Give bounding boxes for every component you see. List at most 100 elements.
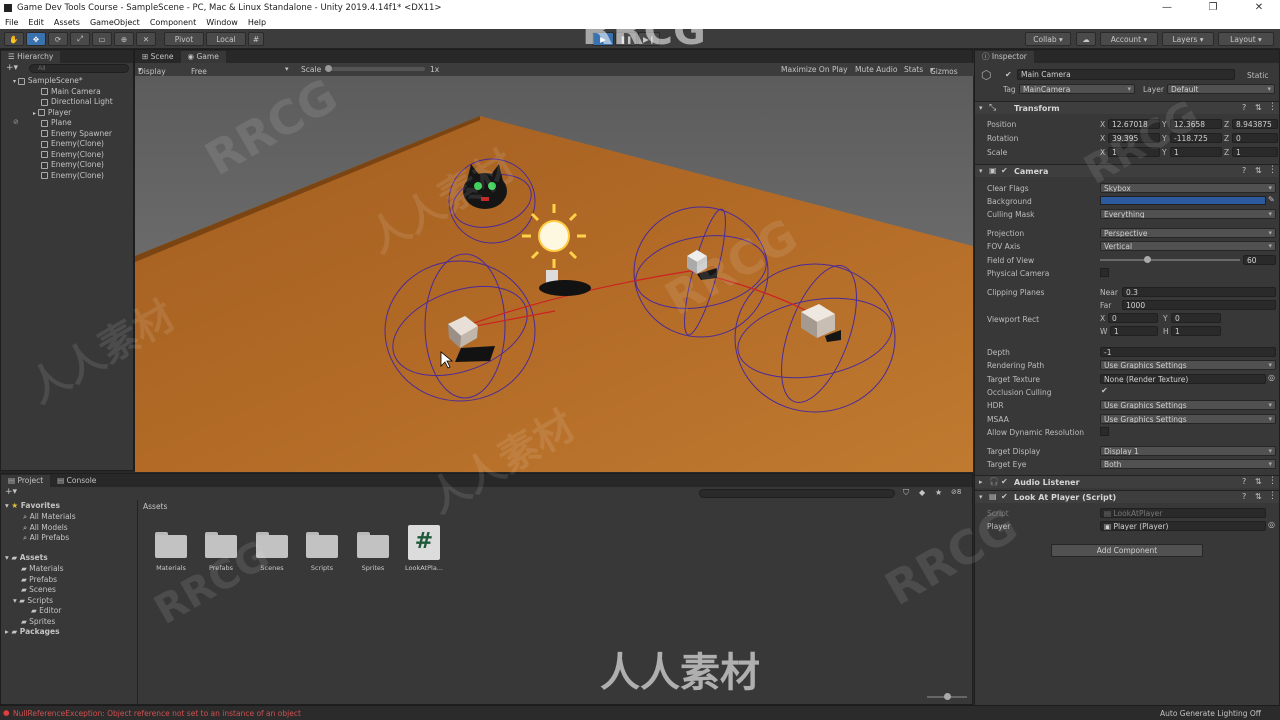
- clear-flags-dropdown[interactable]: Skybox: [1100, 183, 1276, 193]
- tree-folder[interactable]: ▰ Scenes: [21, 585, 56, 594]
- menu-assets[interactable]: Assets: [49, 18, 85, 27]
- favorite-star-icon[interactable]: ★: [935, 488, 942, 497]
- scale-tool-icon[interactable]: ⤢: [70, 32, 90, 46]
- rect-tool-icon[interactable]: ▭: [92, 32, 112, 46]
- position-z-field[interactable]: 8.943875: [1232, 119, 1278, 129]
- object-name-field[interactable]: Main Camera: [1017, 69, 1235, 80]
- help-icon[interactable]: ?: [1242, 103, 1246, 112]
- hierarchy-item-directional-light[interactable]: Directional Light: [41, 97, 113, 108]
- physical-camera-checkbox[interactable]: [1100, 268, 1109, 277]
- eyedropper-icon[interactable]: ✎: [1268, 195, 1275, 204]
- scale-slider[interactable]: [325, 67, 425, 71]
- scene-root[interactable]: ▾ SampleScene*: [13, 76, 83, 87]
- position-y-field[interactable]: 12.3658: [1170, 119, 1222, 129]
- target-texture-field[interactable]: None (Render Texture): [1100, 374, 1266, 384]
- custom-tool-icon[interactable]: ✕: [136, 32, 156, 46]
- tab-inspector[interactable]: ⓘ Inspector: [975, 51, 1034, 63]
- stats-toggle[interactable]: Stats: [904, 65, 923, 74]
- audio-listener-checkbox[interactable]: ✔: [1001, 477, 1008, 486]
- tree-folder[interactable]: ▾ ▰ Scripts: [13, 596, 53, 605]
- context-menu-icon[interactable]: ⋮: [1268, 476, 1277, 486]
- far-field[interactable]: 1000: [1122, 300, 1276, 310]
- pivot-toggle[interactable]: Pivot: [164, 32, 204, 46]
- object-picker-icon[interactable]: ◎: [1268, 373, 1275, 382]
- favorites-header[interactable]: ▾ ★ Favorites: [5, 501, 60, 510]
- hierarchy-item-main-camera[interactable]: Main Camera: [41, 87, 101, 98]
- rotation-z-field[interactable]: 0: [1232, 133, 1278, 143]
- packages-root[interactable]: ▸ ▰ Packages: [5, 627, 60, 636]
- presets-icon[interactable]: ⇅: [1255, 477, 1262, 486]
- hidden-packages-icon[interactable]: ⊘8: [951, 488, 961, 496]
- project-search-input[interactable]: [699, 489, 895, 498]
- menu-file[interactable]: File: [0, 18, 23, 27]
- help-icon[interactable]: ?: [1242, 166, 1246, 175]
- hierarchy-search-input[interactable]: [29, 64, 129, 73]
- rotation-x-field[interactable]: 39.395: [1108, 133, 1160, 143]
- menu-window[interactable]: Window: [201, 18, 243, 27]
- scale-z-field[interactable]: 1: [1232, 147, 1278, 157]
- position-x-field[interactable]: 12.67018: [1108, 119, 1160, 129]
- context-menu-icon[interactable]: ⋮: [1268, 491, 1277, 501]
- camera-header[interactable]: ▾ ▣ ✔ Camera ? ⇅ ⋮: [975, 164, 1279, 177]
- icon-size-slider-handle[interactable]: [944, 693, 951, 700]
- menu-edit[interactable]: Edit: [23, 18, 49, 27]
- mute-audio-toggle[interactable]: Mute Audio: [855, 65, 897, 74]
- folder-icon[interactable]: [155, 532, 187, 558]
- rotate-tool-icon[interactable]: ⟳: [48, 32, 68, 46]
- cloud-icon[interactable]: ☁: [1076, 32, 1096, 46]
- fov-slider[interactable]: [1100, 259, 1240, 261]
- game-viewport[interactable]: [135, 76, 973, 472]
- hierarchy-item-enemy-clone[interactable]: Enemy(Clone): [41, 139, 104, 150]
- transform-tool-icon[interactable]: ⊕: [114, 32, 134, 46]
- active-checkbox[interactable]: ✔: [1005, 70, 1012, 79]
- near-field[interactable]: 0.3: [1122, 287, 1276, 297]
- tree-folder[interactable]: ▰ Materials: [21, 564, 64, 573]
- folder-icon[interactable]: [205, 532, 237, 558]
- transform-header[interactable]: ▾ ⤡ Transform ? ⇅ ⋮: [975, 101, 1279, 114]
- background-color-swatch[interactable]: [1100, 196, 1266, 205]
- filter-by-type-icon[interactable]: ⛉: [903, 488, 909, 498]
- assets-breadcrumb[interactable]: Assets: [143, 502, 167, 511]
- layer-dropdown[interactable]: Default: [1167, 84, 1275, 94]
- tab-hierarchy[interactable]: ☰ Hierarchy: [1, 51, 61, 63]
- maximize-button[interactable]: ❐: [1190, 0, 1236, 16]
- culling-mask-dropdown[interactable]: Everything: [1100, 209, 1276, 219]
- audio-listener-header[interactable]: ▸ 🎧 ✔ Audio Listener ? ⇅ ⋮: [975, 475, 1279, 488]
- favorite-item[interactable]: ⌕ All Models: [23, 523, 68, 533]
- object-picker-icon[interactable]: ◎: [1268, 520, 1275, 529]
- layers-dropdown[interactable]: Layers ▾: [1162, 32, 1214, 46]
- presets-icon[interactable]: ⇅: [1255, 492, 1262, 501]
- display-dropdown[interactable]: Display 1 ▾: [138, 65, 166, 85]
- tree-folder[interactable]: ▰ Editor: [31, 606, 61, 615]
- layout-dropdown[interactable]: Layout ▾: [1218, 32, 1274, 46]
- occlusion-culling-checkbox[interactable]: ✔: [1101, 386, 1108, 395]
- menu-gameobject[interactable]: GameObject: [85, 18, 145, 27]
- depth-field[interactable]: -1: [1100, 347, 1276, 357]
- favorite-item[interactable]: ⌕ All Materials: [23, 512, 76, 522]
- help-icon[interactable]: ?: [1242, 477, 1246, 486]
- play-button[interactable]: ▶: [592, 32, 614, 46]
- collab-button[interactable]: Collab ▾: [1025, 32, 1071, 46]
- grid-snap-icon[interactable]: #: [248, 32, 264, 46]
- assets-root[interactable]: ▾ ▰ Assets: [5, 553, 48, 562]
- favorite-item[interactable]: ⌕ All Prefabs: [23, 533, 69, 543]
- target-display-dropdown[interactable]: Display 1: [1100, 446, 1276, 456]
- viewport-y-field[interactable]: 0: [1171, 313, 1221, 323]
- fov-field[interactable]: 60: [1243, 255, 1276, 265]
- minimize-button[interactable]: —: [1144, 0, 1190, 16]
- create-asset-icon[interactable]: +▾: [5, 487, 17, 497]
- menu-component[interactable]: Component: [145, 18, 201, 27]
- viewport-x-field[interactable]: 0: [1108, 313, 1158, 323]
- target-eye-dropdown[interactable]: Both: [1100, 459, 1276, 469]
- tab-console[interactable]: ▤ Console: [50, 475, 103, 487]
- viewport-w-field[interactable]: 1: [1110, 326, 1158, 336]
- static-toggle[interactable]: Static: [1247, 71, 1268, 80]
- status-error-message[interactable]: NullReferenceException: Object reference…: [13, 709, 301, 718]
- csharp-script-icon[interactable]: #: [408, 525, 440, 560]
- presets-icon[interactable]: ⇅: [1255, 166, 1262, 175]
- hierarchy-item-enemy-clone[interactable]: Enemy(Clone): [41, 171, 104, 182]
- projection-dropdown[interactable]: Perspective: [1100, 228, 1276, 238]
- hierarchy-item-player[interactable]: ▸ Player: [33, 108, 71, 119]
- account-dropdown[interactable]: Account ▾: [1100, 32, 1158, 46]
- presets-icon[interactable]: ⇅: [1255, 103, 1262, 112]
